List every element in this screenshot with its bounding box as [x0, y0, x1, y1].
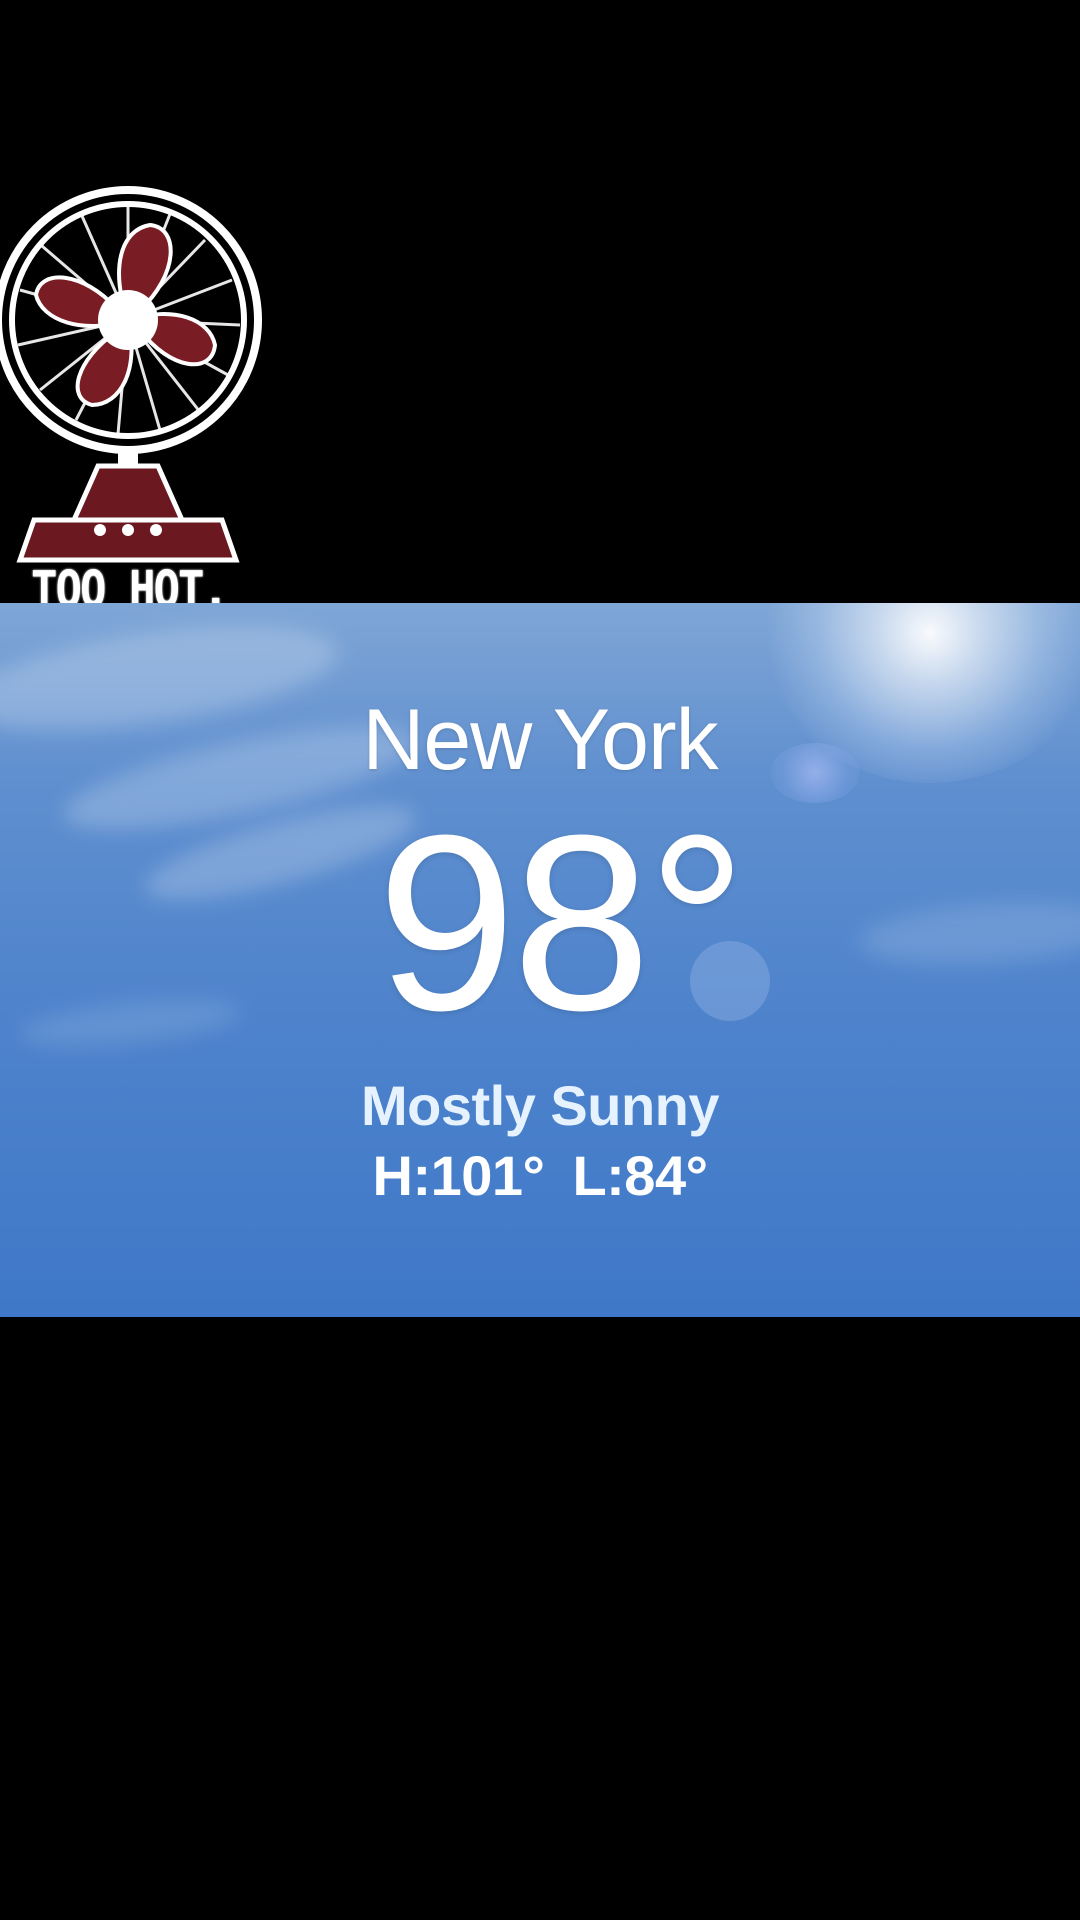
page: TOO HOT. New York 98° Mostly Sunny H:101… — [0, 0, 1080, 1920]
fan-icon — [0, 186, 262, 563]
too-hot-sticker: TOO HOT. — [0, 180, 270, 620]
weather-summary: New York 98° Mostly Sunny H:101° L:84° — [0, 603, 1080, 1317]
low-temperature: L:84° — [572, 1144, 708, 1207]
city-name: New York — [362, 692, 718, 788]
high-low-temperatures: H:101° L:84° — [0, 1143, 1080, 1208]
weather-condition: Mostly Sunny — [360, 1074, 720, 1137]
weather-card: New York 98° Mostly Sunny H:101° L:84° — [0, 603, 1080, 1317]
high-temperature: H:101° — [372, 1144, 545, 1207]
temperature-value: 98° — [376, 783, 747, 1062]
current-temperature: 98° — [0, 798, 1080, 1048]
